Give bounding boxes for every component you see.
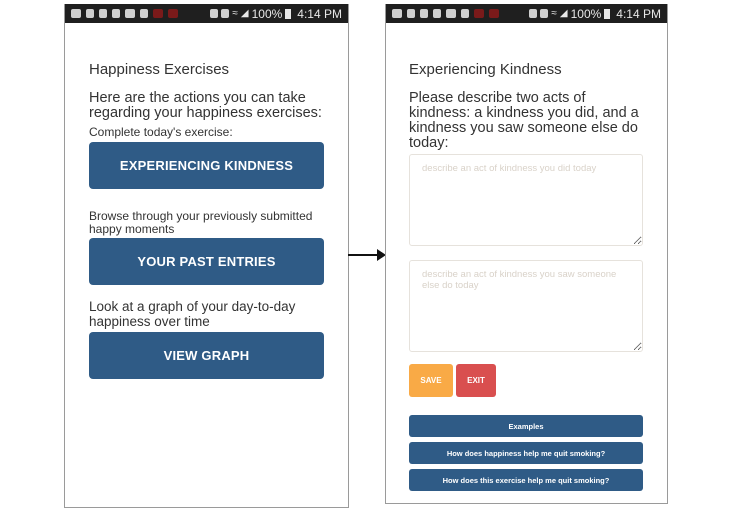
download-icon <box>461 9 469 18</box>
happiness-quit-smoking-button[interactable]: How does happiness help me quit smoking? <box>409 442 643 464</box>
image-icon <box>433 9 441 18</box>
message-icon <box>71 9 81 18</box>
section-label-exercise: Complete today's exercise: <box>89 125 233 139</box>
intro-text: Here are the actions you can take regard… <box>89 90 322 121</box>
red-app-icon <box>474 9 484 18</box>
kindness-you-did-field[interactable] <box>409 154 643 246</box>
nfc-icon <box>529 9 538 18</box>
prompt-text: Please describe two acts of kindness: a … <box>409 90 639 151</box>
page-title: Happiness Exercises <box>89 61 230 78</box>
red-app-icon <box>489 9 499 18</box>
message-icon <box>392 9 402 18</box>
page-title: Experiencing Kindness <box>409 61 562 78</box>
phone-screen-experiencing-kindness: ≈ ◢ 100% 4:14 PM Experiencing Kindness P… <box>385 4 668 504</box>
mute-icon <box>221 9 230 18</box>
wrench-icon <box>99 9 107 18</box>
battery-percent: 100% <box>570 6 602 21</box>
experiencing-kindness-button[interactable]: EXPERIENCING KINDNESS <box>89 142 324 189</box>
section-label-graph: Look at a graph of your day-to-day happi… <box>89 299 296 329</box>
signal-icon: ◢ <box>559 8 568 19</box>
wifi-icon: ≈ <box>551 8 557 19</box>
wifi-icon: ≈ <box>232 8 238 19</box>
exit-button[interactable]: EXIT <box>456 364 496 397</box>
red-app-icon <box>153 9 163 18</box>
exercise-quit-smoking-button[interactable]: How does this exercise help me quit smok… <box>409 469 643 491</box>
view-graph-button[interactable]: VIEW GRAPH <box>89 332 324 379</box>
kindness-you-saw-field[interactable] <box>409 260 643 352</box>
shield-wifi-icon <box>446 9 456 18</box>
red-app-icon <box>168 9 178 18</box>
download-icon <box>140 9 148 18</box>
phone-outline-icon <box>407 9 415 18</box>
wrench-icon <box>420 9 428 18</box>
battery-icon <box>285 8 292 19</box>
examples-button[interactable]: Examples <box>409 415 643 437</box>
status-bar: ≈ ◢ 100% 4:14 PM <box>65 4 348 23</box>
save-button[interactable]: SAVE <box>409 364 453 397</box>
signal-icon: ◢ <box>240 8 249 19</box>
image-icon <box>112 9 120 18</box>
phone-screen-happiness-exercises: ≈ ◢ 100% 4:14 PM Happiness Exercises Her… <box>64 4 349 508</box>
section-label-past-entries: Browse through your previously submitted… <box>89 209 313 236</box>
clock: 4:14 PM <box>616 6 661 21</box>
nfc-icon <box>210 9 219 18</box>
status-bar: ≈ ◢ 100% 4:14 PM <box>386 4 667 23</box>
mute-icon <box>540 9 549 18</box>
clock: 4:14 PM <box>297 6 342 21</box>
arrow-icon <box>348 249 386 261</box>
battery-icon <box>604 8 611 19</box>
past-entries-button[interactable]: YOUR PAST ENTRIES <box>89 238 324 285</box>
phone-outline-icon <box>86 9 94 18</box>
shield-wifi-icon <box>125 9 135 18</box>
battery-percent: 100% <box>251 6 283 21</box>
